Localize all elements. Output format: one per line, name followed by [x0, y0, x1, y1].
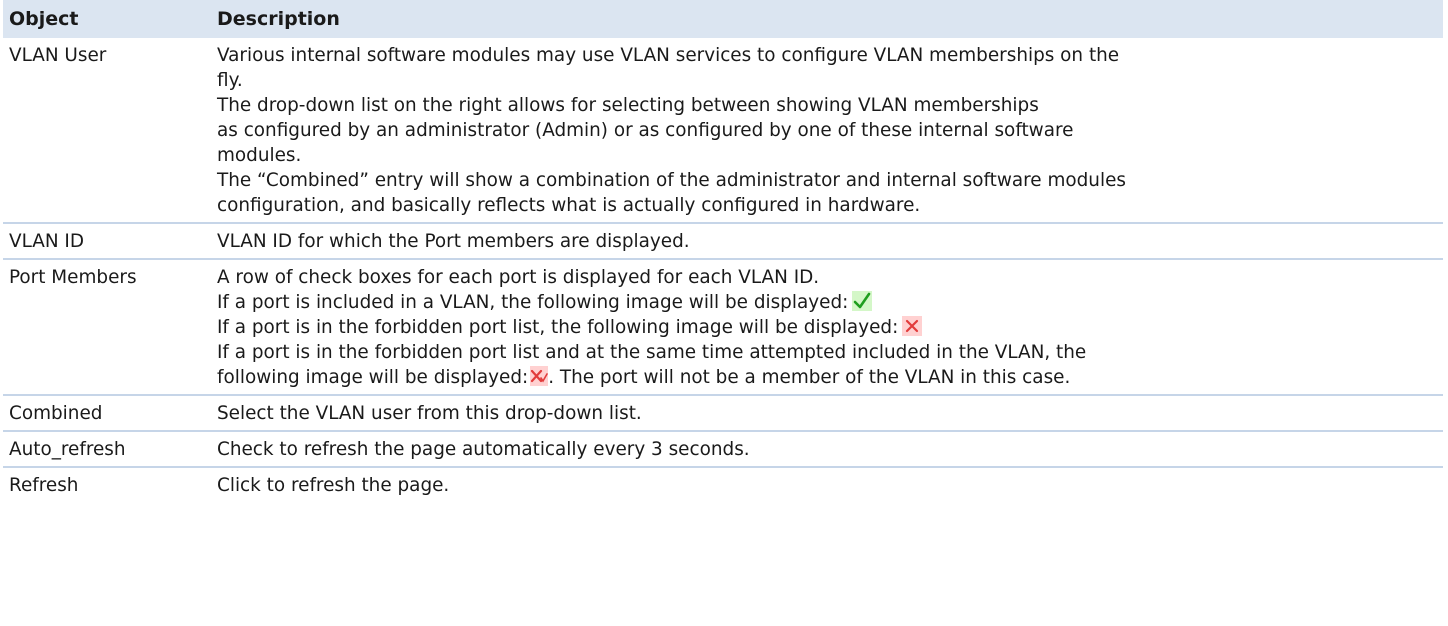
description-cell: Select the VLAN user from this drop-down… — [211, 395, 1443, 432]
object-cell: Auto_refresh — [3, 431, 211, 468]
description-text: following image will be displayed: — [217, 367, 529, 388]
description-line: A row of check boxes for each port is di… — [217, 267, 820, 288]
description-line: Check to refresh the page automatically … — [217, 439, 750, 460]
description-cell: VLAN ID for which the Port members are d… — [211, 223, 1443, 260]
object-cell: Port Members — [3, 259, 211, 396]
table-row: VLAN ID VLAN ID for which the Port membe… — [3, 223, 1443, 260]
table-row: Combined Select the VLAN user from this … — [3, 395, 1443, 432]
description-line: The “Combined” entry will show a combina… — [217, 170, 1126, 191]
forbidden-x-icon — [902, 316, 923, 336]
description-column-header: Description — [211, 0, 1443, 38]
table-row: VLAN User Various internal software modu… — [3, 38, 1443, 224]
description-cell: A row of check boxes for each port is di… — [211, 259, 1443, 396]
description-cell: Check to refresh the page automatically … — [211, 431, 1443, 468]
description-line: as configured by an administrator (Admin… — [217, 120, 1074, 141]
description-line: fly. — [217, 70, 243, 91]
table-row: Refresh Click to refresh the page. — [3, 467, 1443, 502]
header-row: Object Description — [3, 0, 1443, 38]
check-icon — [852, 291, 873, 311]
description-line: configuration, and basically reflects wh… — [217, 195, 921, 216]
description-line: If a port is in the forbidden port list,… — [217, 315, 1443, 340]
table-row: Auto_refresh Check to refresh the page a… — [3, 431, 1443, 468]
object-cell: Refresh — [9, 475, 79, 496]
object-column-header: Object — [3, 0, 211, 38]
description-line: following image will be displayed: . The … — [217, 365, 1443, 390]
description-cell: Various internal software modules may us… — [211, 38, 1443, 224]
object-cell: VLAN ID — [3, 223, 211, 260]
description-line: Select the VLAN user from this drop-down… — [217, 403, 642, 424]
object-cell: Combined — [3, 395, 211, 432]
description-line: If a port is in the forbidden port list … — [217, 342, 1087, 363]
object-cell: VLAN User — [3, 38, 211, 224]
description-line: VLAN ID for which the Port members are d… — [217, 231, 690, 252]
forbidden-included-icon — [530, 366, 549, 386]
description-text: If a port is included in a VLAN, the fol… — [217, 292, 849, 313]
description-line: modules. — [217, 145, 302, 166]
description-text: . The port will not be a member of the V… — [548, 367, 1071, 388]
description-table: Object Description VLAN User Various int… — [3, 0, 1443, 502]
description-text: If a port is in the forbidden port list,… — [217, 317, 899, 338]
description-line: The drop-down list on the right allows f… — [217, 95, 1039, 116]
table-row: Port Members A row of check boxes for ea… — [3, 259, 1443, 396]
description-line: Click to refresh the page. — [217, 475, 450, 496]
description-line: Various internal software modules may us… — [217, 45, 1120, 66]
description-cell: Click to refresh the page. — [211, 467, 1443, 502]
description-line: If a port is included in a VLAN, the fol… — [217, 290, 1443, 315]
